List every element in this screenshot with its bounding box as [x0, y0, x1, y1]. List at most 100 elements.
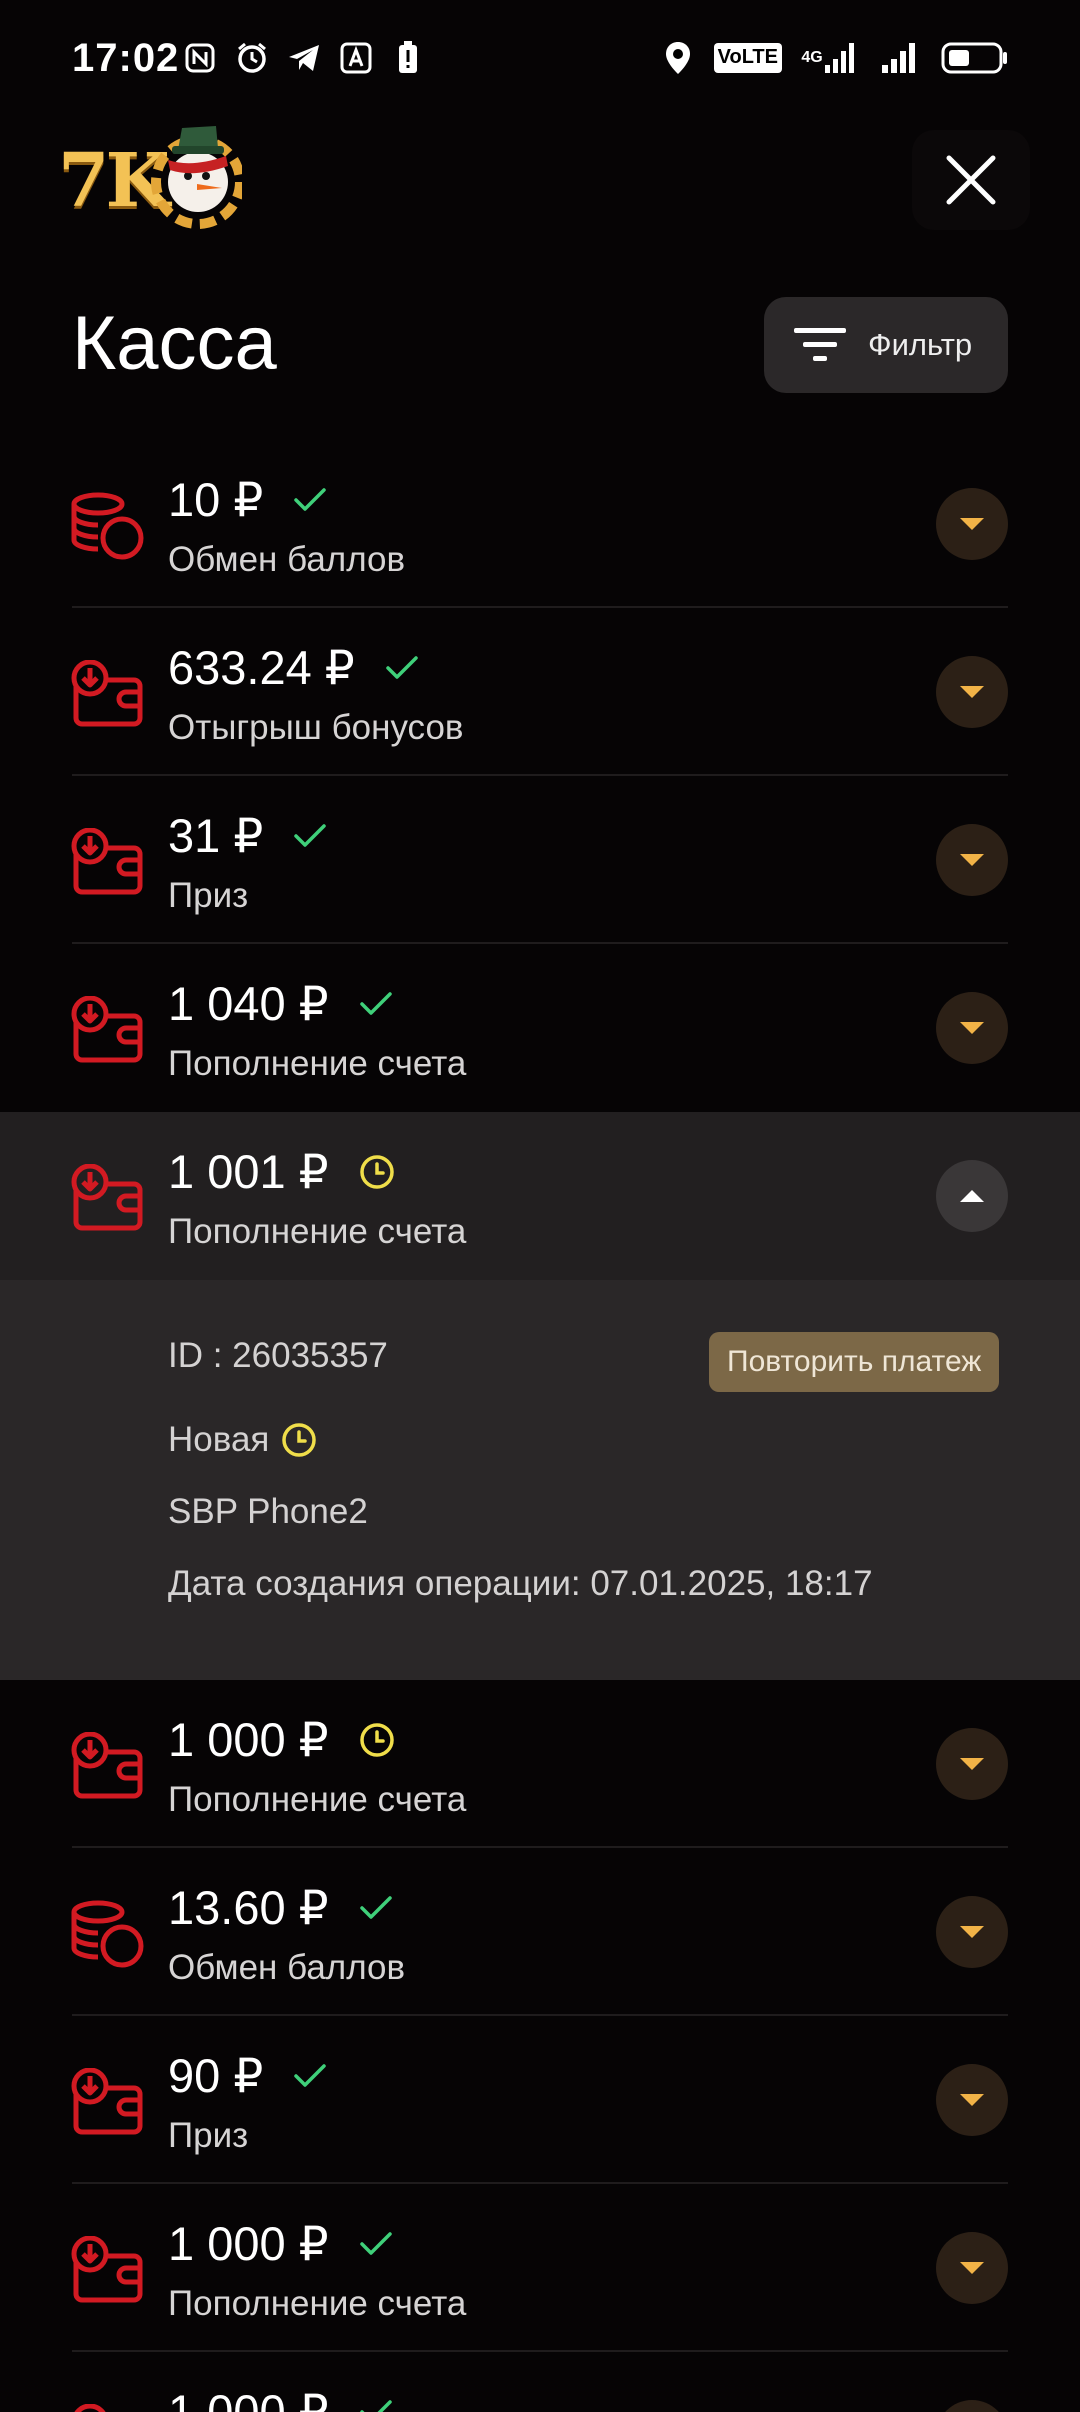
- amount-value: 633.24 ₽: [168, 641, 355, 694]
- amount-value: 90 ₽: [168, 2049, 264, 2102]
- transaction-amount: 90 ₽: [168, 2048, 327, 2104]
- check-icon: [293, 487, 327, 513]
- transaction-label: Пополнение счета: [168, 1044, 467, 1083]
- volte-badge: VoLTE: [713, 43, 782, 73]
- transaction-amount: 10 ₽: [168, 472, 327, 528]
- wallet-deposit-icon: [71, 828, 143, 895]
- transaction-row[interactable]: 1 040 ₽ Пополнение счета: [0, 944, 1080, 1112]
- alarm-icon: [234, 40, 270, 76]
- transaction-id: ID : 26035357: [168, 1336, 388, 1375]
- check-icon: [359, 2399, 393, 2412]
- expand-button[interactable]: [936, 992, 1008, 1064]
- transaction-label: Пополнение счета: [168, 1212, 467, 1251]
- filter-label: Фильтр: [868, 327, 973, 362]
- expand-button[interactable]: [936, 2400, 1008, 2412]
- amount-value: 31 ₽: [168, 809, 264, 862]
- transaction-amount: 1 000 ₽: [168, 1712, 395, 1768]
- chevron-down-icon: [960, 518, 984, 530]
- clock-icon: [281, 1422, 317, 1458]
- battery-alert-icon: [390, 40, 426, 76]
- transaction-label: Пополнение счета: [168, 1780, 467, 1819]
- close-icon: [946, 155, 996, 205]
- snowman-mascot-icon: [151, 126, 242, 229]
- nfc-icon: [182, 40, 218, 76]
- signal-icon: [878, 40, 922, 76]
- wallet-deposit-icon: [71, 1164, 143, 1231]
- transaction-amount: 31 ₽: [168, 808, 327, 864]
- expand-button[interactable]: [936, 656, 1008, 728]
- wallet-deposit-icon: [71, 660, 143, 727]
- transaction-row[interactable]: 1 000 ₽ Пополнение счета: [0, 1680, 1080, 1848]
- status-text: Новая: [168, 1420, 270, 1459]
- telegram-icon: [286, 40, 322, 76]
- wallet-deposit-icon: [71, 996, 143, 1063]
- collapse-button[interactable]: [936, 1160, 1008, 1232]
- expand-button[interactable]: [936, 1728, 1008, 1800]
- clock-icon: [359, 1722, 395, 1758]
- cashier-screen: 17:02 VoLTE 4G 7K Касса Фильтр 10 ₽ Обме…: [0, 0, 1080, 2412]
- location-icon: [660, 40, 696, 76]
- transaction-row[interactable]: 1 000 ₽: [0, 2352, 1080, 2412]
- network-4g-label: 4G: [801, 49, 823, 66]
- transaction-amount: 633.24 ₽: [168, 640, 419, 696]
- expand-button[interactable]: [936, 824, 1008, 896]
- payment-method: SBP Phone2: [168, 1492, 368, 1531]
- amount-value: 13.60 ₽: [168, 1881, 329, 1934]
- check-icon: [359, 991, 393, 1017]
- amount-value: 1 001 ₽: [168, 1145, 329, 1198]
- transaction-label: Отыгрыш бонусов: [168, 708, 464, 747]
- amount-value: 10 ₽: [168, 473, 264, 526]
- chevron-down-icon: [960, 1022, 984, 1034]
- amount-value: 1 000 ₽: [168, 1713, 329, 1766]
- expand-button[interactable]: [936, 488, 1008, 560]
- transaction-label: Обмен баллов: [168, 540, 406, 579]
- expand-button[interactable]: [936, 1896, 1008, 1968]
- expand-button[interactable]: [936, 2232, 1008, 2304]
- brand-logo[interactable]: 7K: [56, 110, 242, 230]
- close-button[interactable]: [912, 130, 1030, 230]
- chevron-down-icon: [960, 1926, 984, 1938]
- transaction-amount: 1 000 ₽: [168, 2216, 393, 2272]
- clock-icon: [359, 1154, 395, 1190]
- transaction-amount: 13.60 ₽: [168, 1880, 393, 1936]
- battery-icon: [940, 40, 1010, 76]
- chevron-up-icon: [960, 1190, 984, 1202]
- transaction-amount: 1 040 ₽: [168, 976, 393, 1032]
- wallet-deposit-icon: [71, 1732, 143, 1799]
- expand-button[interactable]: [936, 2064, 1008, 2136]
- filter-button[interactable]: Фильтр: [764, 297, 1008, 393]
- check-icon: [293, 2063, 327, 2089]
- repeat-payment-button[interactable]: Повторить платеж: [709, 1332, 1000, 1392]
- transaction-amount: 1 001 ₽: [168, 1144, 395, 1200]
- app-a-icon: [338, 40, 374, 76]
- check-icon: [293, 823, 327, 849]
- creation-date: Дата создания операции: 07.01.2025, 18:1…: [168, 1564, 873, 1603]
- transaction-row[interactable]: 1 000 ₽ Пополнение счета: [0, 2184, 1080, 2352]
- transaction-status: Новая: [168, 1420, 317, 1460]
- system-icons: VoLTE 4G: [660, 40, 1010, 76]
- status-bar: 17:02 VoLTE 4G: [0, 0, 1080, 125]
- amount-value: 1 000 ₽: [168, 2385, 329, 2412]
- transaction-row[interactable]: 633.24 ₽ Отыгрыш бонусов: [0, 608, 1080, 776]
- wallet-deposit-icon: [71, 2236, 143, 2303]
- filter-icon: [794, 328, 846, 361]
- status-time: 17:02: [72, 36, 180, 80]
- notification-icons: [182, 40, 426, 76]
- check-icon: [385, 655, 419, 681]
- transaction-label: Пополнение счета: [168, 2284, 467, 2323]
- transaction-amount: 1 000 ₽: [168, 2384, 393, 2412]
- coins-icon: [71, 492, 144, 560]
- amount-value: 1 000 ₽: [168, 2217, 329, 2270]
- transaction-row-expanded[interactable]: 1 001 ₽ Пополнение счета: [0, 1112, 1080, 1280]
- transaction-row[interactable]: 31 ₽ Приз: [0, 776, 1080, 944]
- transaction-label: Приз: [168, 876, 249, 915]
- transaction-row[interactable]: 90 ₽ Приз: [0, 2016, 1080, 2184]
- transaction-row[interactable]: 13.60 ₽ Обмен баллов: [0, 1848, 1080, 2016]
- chevron-down-icon: [960, 854, 984, 866]
- transaction-row[interactable]: 10 ₽ Обмен баллов: [0, 440, 1080, 608]
- chevron-down-icon: [960, 686, 984, 698]
- chevron-down-icon: [960, 1758, 984, 1770]
- chevron-down-icon: [960, 2094, 984, 2106]
- transaction-details: ID : 26035357 Повторить платеж Новая SBP…: [0, 1280, 1080, 1680]
- page-title: Касса: [72, 301, 277, 386]
